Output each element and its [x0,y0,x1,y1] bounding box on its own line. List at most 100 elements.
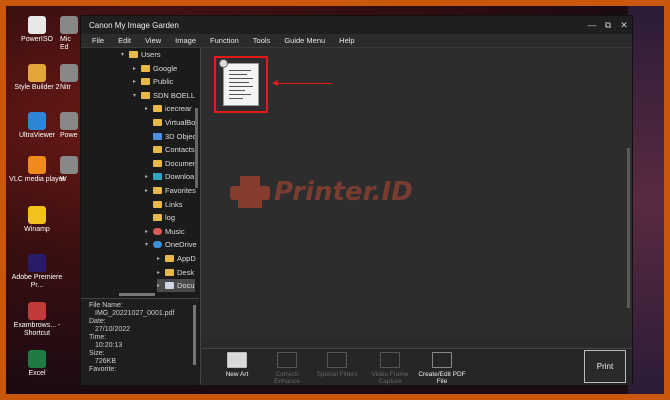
desktop-icon-partial[interactable]: Powe [60,112,80,140]
folder-icon [153,227,162,235]
folder-icon [153,173,162,181]
tree-item[interactable]: ▸ AppD [157,252,196,265]
expand-arrow-icon[interactable]: ▸ [133,65,141,72]
tree-item[interactable]: ▾ SDN BOELL [133,89,195,102]
tree-item-label: AppD [177,254,196,263]
minimize-button[interactable]: — [584,20,600,30]
menu-file[interactable]: File [85,36,111,45]
desktop-icon-label: Excel [28,370,46,377]
correct-enhance-icon [277,352,297,368]
tree-item[interactable]: ▸ icecrear [145,102,192,115]
desktop-icon[interactable]: VLC media player [8,156,66,184]
desktop-icon-label: W [60,176,67,183]
desktop-icon-label: Exambrows... - Shortcut [13,322,61,337]
expand-arrow-icon[interactable]: ▸ [145,187,153,194]
tree-item[interactable]: log [145,211,175,224]
selected-thumbnail[interactable] [214,56,268,113]
create-edit-pdf-label: Create/Edit PDF File [418,371,466,385]
tree-vertical-scrollbar[interactable] [195,108,198,188]
thumbnail-scrollbar[interactable] [627,148,630,308]
expand-arrow-icon[interactable]: ▸ [145,173,153,180]
menu-function[interactable]: Function [203,36,246,45]
file-info-panel: File Name: IMG_20221027_0001.pdf Date: 2… [81,298,199,385]
tree-item[interactable]: ▸ Docu [157,279,195,292]
time-value: 10:20:13 [95,342,123,349]
tree-item[interactable]: ▸ Favorites [145,184,196,197]
desktop-icon[interactable]: Excel [8,350,66,378]
expand-arrow-icon[interactable]: ▸ [133,78,141,85]
menu-tools[interactable]: Tools [246,36,278,45]
folder-icon [153,105,162,113]
desktop-icon-partial[interactable]: Nitr [60,64,80,92]
menu-image[interactable]: Image [168,36,203,45]
desktop-icon-partial[interactable]: Mic Ed [60,16,80,52]
desktop-icon[interactable]: UltraViewer [8,112,66,140]
tree-item[interactable]: VirtualBo [145,116,195,129]
print-button[interactable]: Print [584,350,626,383]
desktop-icon[interactable]: Adobe Premiere Pr... [8,254,66,290]
app-icon [28,254,46,272]
folder-icon [141,78,150,86]
new-art-icon [227,352,247,368]
new-art-button[interactable]: New Art [212,352,262,378]
special-filters-button[interactable]: Special Filters [312,352,362,378]
desktop-icon-partial[interactable]: W [60,156,80,184]
tree-item[interactable]: ▸ Desk [157,266,194,279]
desktop-icon-label: UltraViewer [18,132,56,139]
info-scrollbar[interactable] [193,305,196,365]
tree-item[interactable]: 3D Objec [145,130,196,143]
desktop-icon[interactable]: Style Builder 2 [8,64,66,92]
desktop-icon-label: PowerISO [21,36,53,43]
expand-arrow-icon[interactable]: ▾ [133,92,141,99]
tree-item[interactable]: ▸ Downloa [145,170,194,183]
tree-item-label: Favorites [165,186,196,195]
title-bar: Canon My Image Garden — ⧉ ✕ [81,16,632,34]
desktop-icon-label: Nitr [60,84,71,91]
annotation-arrow [277,83,332,84]
tree-item-label: Music [165,226,185,236]
desktop-icon[interactable]: Exambrows... - Shortcut [8,302,66,338]
app-icon [60,64,78,82]
tree-item[interactable]: ▾ OneDrive [145,238,197,251]
app-window: Canon My Image Garden — ⧉ ✕ File Edit Vi… [80,15,633,385]
desktop-icon[interactable]: PowerISO [8,16,66,44]
tree-item[interactable]: Documen [145,157,197,170]
restore-button[interactable]: ⧉ [600,20,616,31]
folder-icon [153,200,162,208]
expand-arrow-icon[interactable]: ▸ [145,105,153,112]
expand-arrow-icon[interactable]: ▸ [157,269,165,276]
tree-item[interactable]: ▾ Users [121,48,161,61]
tree-item[interactable]: ▸ Music [145,225,185,238]
app-icon [60,156,78,174]
expand-arrow-icon[interactable]: ▸ [157,282,165,289]
menu-guide[interactable]: Guide Menu [277,36,332,45]
correct-enhance-button[interactable]: Correct/ Enhance [262,352,312,385]
video-frame-capture-button[interactable]: Video Frame Capture [365,352,415,385]
menu-help[interactable]: Help [332,36,361,45]
create-edit-pdf-button[interactable]: Create/Edit PDF File [417,352,467,385]
expand-arrow-icon[interactable]: ▾ [121,51,129,58]
folder-icon [153,187,162,194]
desktop-icon-label: Adobe Premiere Pr... [11,274,63,289]
tree-item[interactable]: Links [145,198,183,211]
desktop-icon[interactable]: Winamp [8,206,66,234]
folder-icon [165,255,174,262]
tree-horizontal-scrollbar[interactable] [119,293,155,296]
video-frame-capture-label: Video Frame Capture [371,371,409,385]
expand-arrow-icon[interactable]: ▾ [145,241,153,248]
folder-icon [153,159,162,167]
bottom-toolbar: New Art Correct/ Enhance Special Filters… [202,348,632,385]
tree-item-label: Documen [165,158,198,168]
menu-edit[interactable]: Edit [111,36,138,45]
tree-item[interactable]: Contacts [145,143,195,156]
expand-arrow-icon[interactable]: ▸ [145,228,153,235]
close-button[interactable]: ✕ [616,20,632,31]
checkbox-icon[interactable] [219,59,228,68]
tree-item[interactable]: ▸ Google [133,62,177,75]
menu-view[interactable]: View [138,36,168,45]
tree-item[interactable]: ▸ Public [133,75,173,88]
document-thumbnail[interactable] [219,59,259,106]
tree-item-label: VirtualBo [165,118,196,127]
tree-item-label: SDN BOELL [153,90,196,100]
expand-arrow-icon[interactable]: ▸ [157,255,165,262]
